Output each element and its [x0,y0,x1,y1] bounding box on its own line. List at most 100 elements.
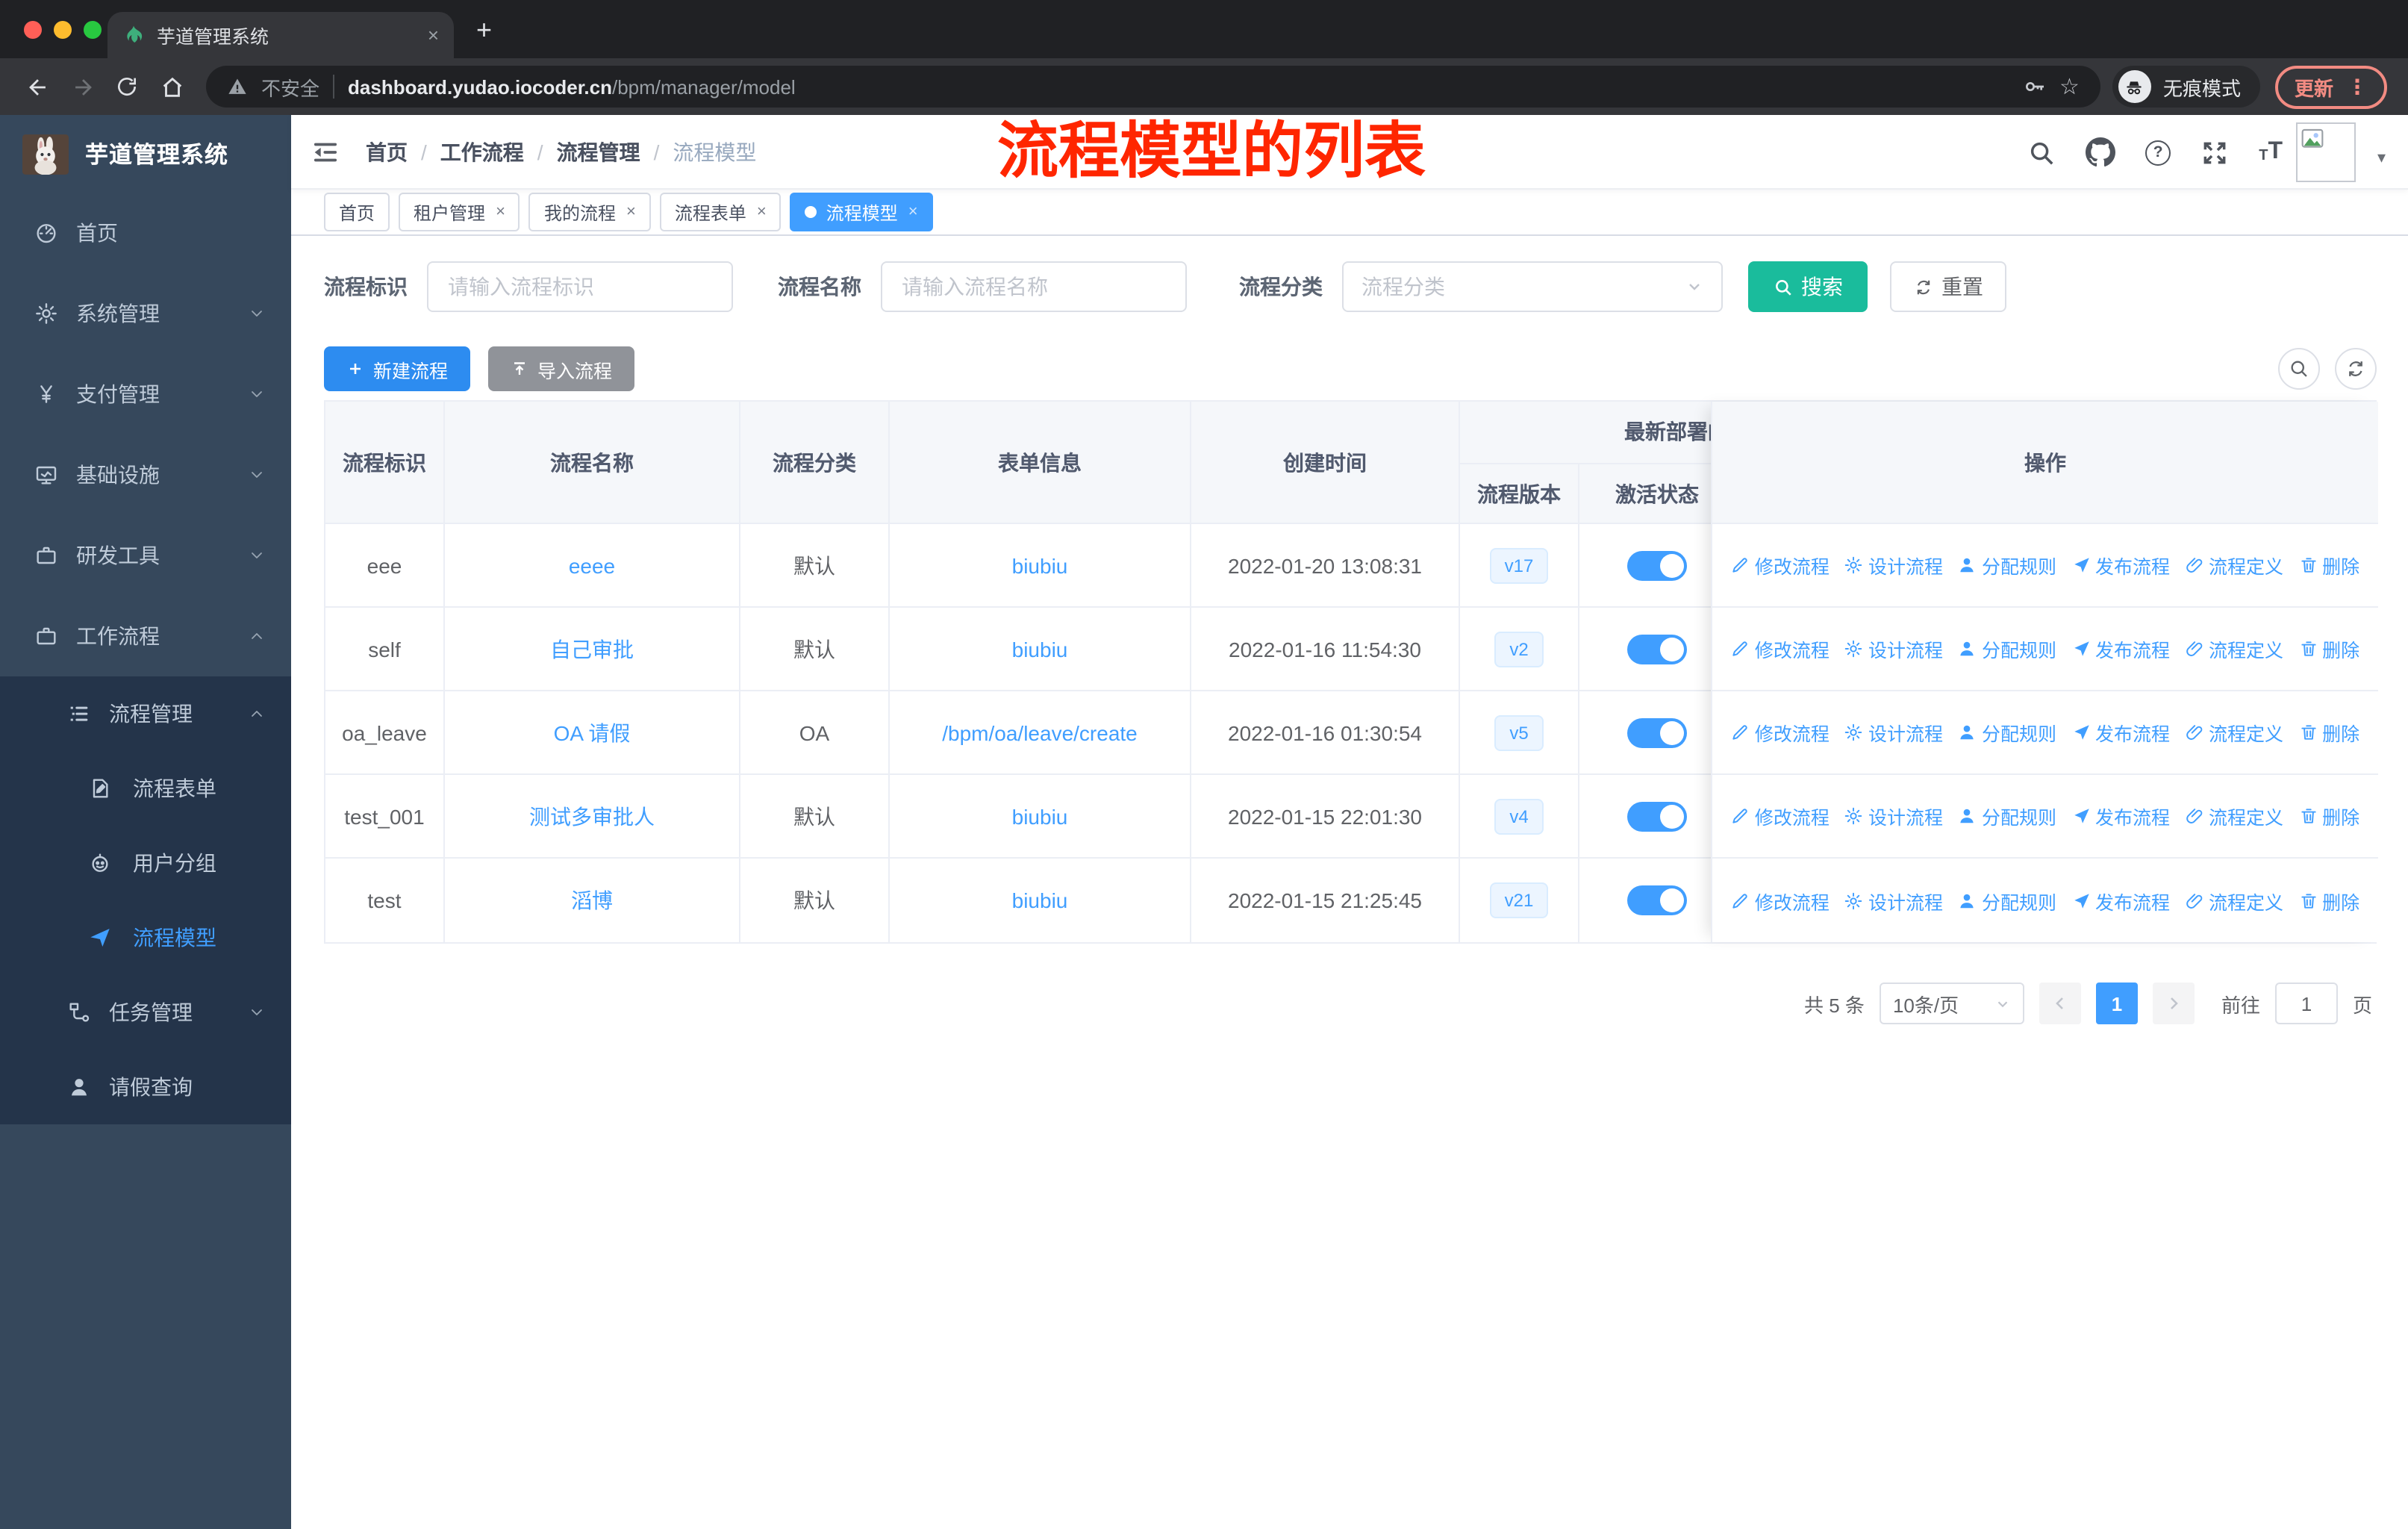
form-info-link[interactable]: biubiu [1012,888,1068,912]
action-edit-link[interactable]: 修改流程 [1731,802,1830,830]
action-definition-link[interactable]: 流程定义 [2185,718,2283,747]
close-window-button[interactable] [24,21,42,39]
sidebar-item-infra[interactable]: 基础设施 [0,435,291,515]
action-assign-link[interactable]: 分配规则 [1958,802,2056,830]
action-publish-link[interactable]: 发布流程 [2071,718,2170,747]
action-delete-link[interactable]: 删除 [2298,718,2359,747]
github-icon[interactable] [2086,137,2116,167]
maximize-window-button[interactable] [84,21,102,39]
action-design-link[interactable]: 设计流程 [1844,886,1943,915]
action-delete-link[interactable]: 删除 [2298,802,2359,830]
tag-close-icon[interactable]: × [626,203,636,221]
action-publish-link[interactable]: 发布流程 [2071,635,2170,663]
create-process-button[interactable]: 新建流程 [324,346,471,391]
action-edit-link[interactable]: 修改流程 [1731,551,1830,579]
sidebar-item-leave-query[interactable]: 请假查询 [0,1050,291,1124]
tag-tenant[interactable]: 租户管理 × [399,193,520,231]
sidebar-item-process-mgmt[interactable]: 流程管理 [0,676,291,751]
sidebar-item-system[interactable]: 系统管理 [0,273,291,354]
breadcrumb-item-1[interactable]: 工作流程 [440,137,524,167]
tag-home[interactable]: 首页 [324,193,390,231]
next-page-button[interactable] [2152,983,2195,1024]
show-search-button[interactable] [2278,348,2320,390]
browser-tab[interactable]: 芋道管理系统 × [107,12,454,58]
action-definition-link[interactable]: 流程定义 [2185,551,2283,579]
action-definition-link[interactable]: 流程定义 [2185,886,2283,915]
sidebar-item-home[interactable]: 首页 [0,193,291,273]
avatar[interactable] [2296,122,2356,182]
goto-page-input[interactable] [2274,983,2338,1024]
active-toggle[interactable] [1627,885,1687,915]
tag-my-process[interactable]: 我的流程 × [528,193,651,231]
action-assign-link[interactable]: 分配规则 [1958,886,2056,915]
current-page-button[interactable]: 1 [2095,983,2138,1024]
action-definition-link[interactable]: 流程定义 [2185,635,2283,663]
sidebar-item-process-form[interactable]: 流程表单 [0,751,291,826]
form-info-link[interactable]: biubiu [1012,637,1068,661]
action-design-link[interactable]: 设计流程 [1844,802,1943,830]
sidebar-item-devtools[interactable]: 研发工具 [0,515,291,596]
search-icon[interactable] [2027,138,2056,166]
new-tab-button[interactable]: + [476,15,492,46]
breadcrumb-item-2[interactable]: 流程管理 [557,137,640,167]
sidebar-item-task-mgmt[interactable]: 任务管理 [0,975,291,1050]
action-publish-link[interactable]: 发布流程 [2071,802,2170,830]
address-bar[interactable]: 不安全 dashboard.yudao.iocoder.cn/bpm/manag… [206,66,2100,108]
action-design-link[interactable]: 设计流程 [1844,551,1943,579]
active-toggle[interactable] [1627,634,1687,664]
home-icon[interactable] [149,64,194,109]
action-delete-link[interactable]: 删除 [2298,551,2359,579]
reload-icon[interactable] [105,64,149,109]
breadcrumb-item-0[interactable]: 首页 [366,137,408,167]
refresh-table-button[interactable] [2335,348,2377,390]
process-name-link[interactable]: 自己审批 [550,634,634,664]
form-info-link[interactable]: biubiu [1012,553,1068,577]
action-assign-link[interactable]: 分配规则 [1958,718,2056,747]
browser-menu-icon[interactable]: ⋮ [2347,74,2368,99]
form-info-link[interactable]: biubiu [1012,804,1068,828]
sidebar-item-payment[interactable]: 支付管理 [0,354,291,435]
process-name-link[interactable]: OA 请假 [554,717,631,747]
form-info-link[interactable]: /bpm/oa/leave/create [942,720,1138,744]
forward-icon[interactable] [60,64,105,109]
reset-button[interactable]: 重置 [1890,261,2006,312]
action-edit-link[interactable]: 修改流程 [1731,886,1830,915]
help-icon[interactable]: ? [2145,140,2171,165]
action-definition-link[interactable]: 流程定义 [2185,802,2283,830]
sidebar-item-process-model[interactable]: 流程模型 [0,900,291,975]
font-size-icon[interactable]: TT [2259,139,2283,166]
sidebar-item-user-group[interactable]: 用户分组 [0,826,291,900]
browser-update-button[interactable]: 更新 ⋮ [2274,65,2387,108]
filter-key-input[interactable] [427,261,733,312]
hamburger-fold-icon[interactable] [311,137,340,167]
tag-process-form[interactable]: 流程表单 × [659,193,782,231]
process-name-link[interactable]: 测试多审批人 [529,801,655,831]
tag-close-icon[interactable]: × [496,203,505,221]
caret-down-icon[interactable]: ▾ [2377,148,2386,167]
tag-process-model[interactable]: 流程模型 × [790,193,933,231]
back-icon[interactable] [15,64,60,109]
sidebar-item-workflow[interactable]: 工作流程 [0,596,291,676]
key-icon[interactable] [2022,75,2046,99]
action-edit-link[interactable]: 修改流程 [1731,718,1830,747]
minimize-window-button[interactable] [54,21,72,39]
tag-close-icon[interactable]: × [908,203,918,221]
filter-category-select[interactable]: 流程分类 [1342,261,1723,312]
action-assign-link[interactable]: 分配规则 [1958,551,2056,579]
action-edit-link[interactable]: 修改流程 [1731,635,1830,663]
action-publish-link[interactable]: 发布流程 [2071,551,2170,579]
tab-close-icon[interactable]: × [428,25,439,45]
action-delete-link[interactable]: 删除 [2298,886,2359,915]
tag-close-icon[interactable]: × [757,203,767,221]
search-button[interactable]: 搜索 [1748,261,1868,312]
action-design-link[interactable]: 设计流程 [1844,718,1943,747]
active-toggle[interactable] [1627,717,1687,747]
action-design-link[interactable]: 设计流程 [1844,635,1943,663]
process-name-link[interactable]: eeee [569,553,615,577]
process-name-link[interactable]: 滔博 [571,885,613,915]
active-toggle[interactable] [1627,801,1687,831]
filter-name-input[interactable] [881,261,1187,312]
bookmark-star-icon[interactable]: ☆ [2059,73,2080,100]
prev-page-button[interactable] [2039,983,2081,1024]
action-publish-link[interactable]: 发布流程 [2071,886,2170,915]
